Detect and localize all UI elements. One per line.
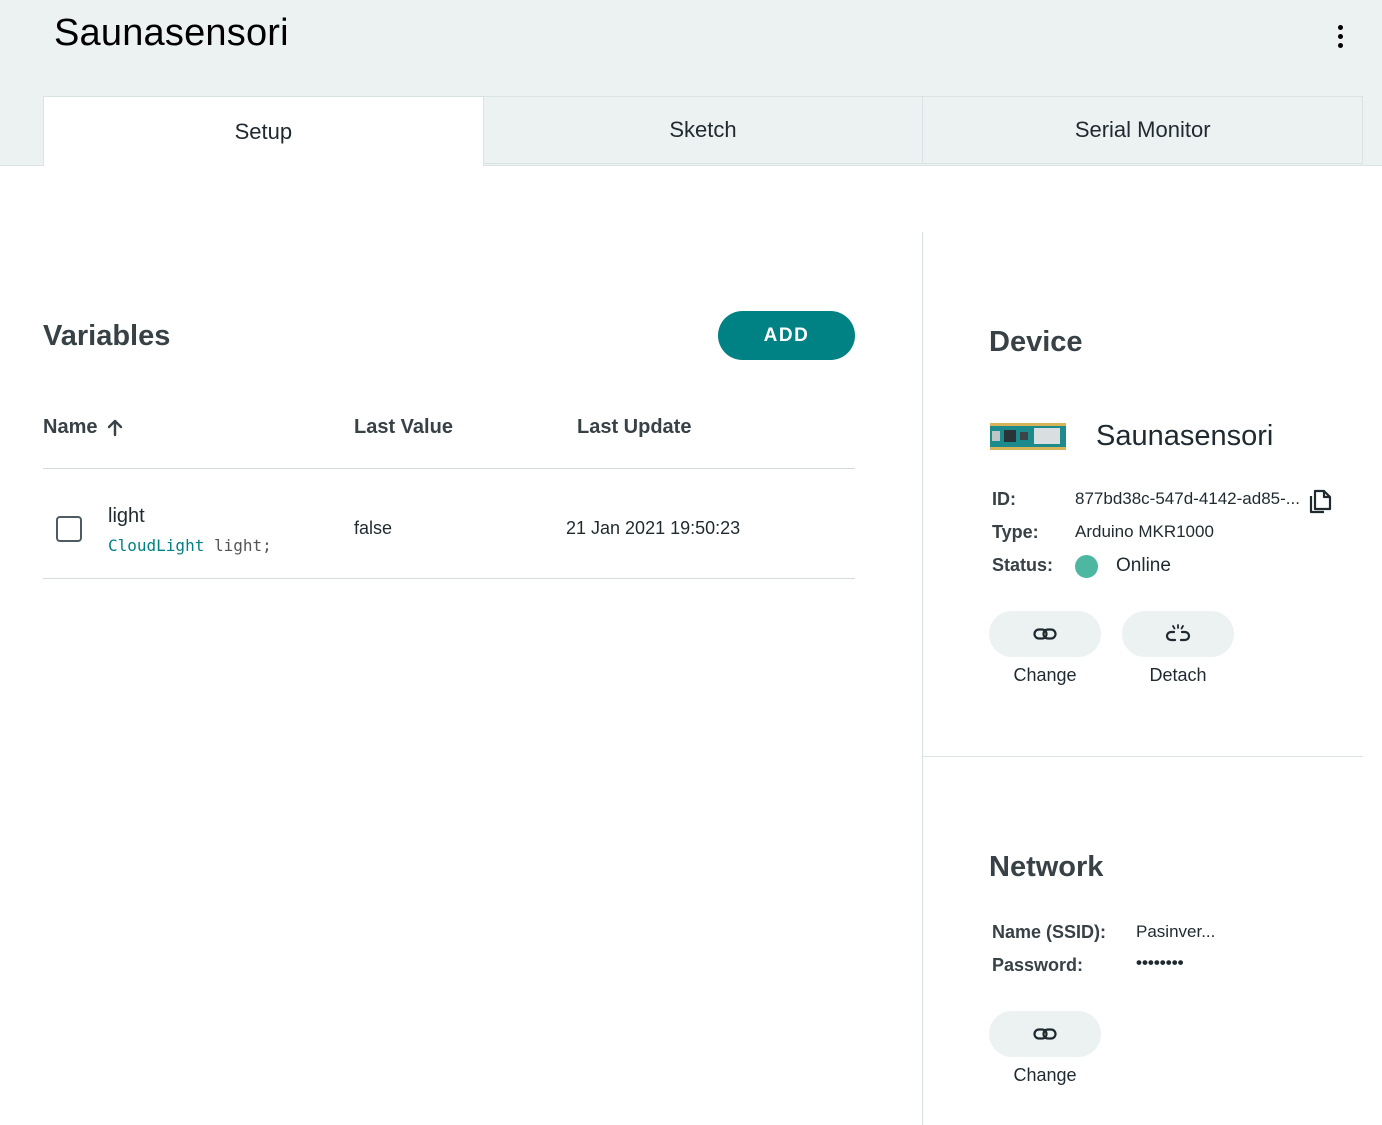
column-header-last-update: Last Update [577, 416, 692, 438]
change-device-button[interactable] [989, 611, 1101, 657]
device-id-label: ID: [992, 489, 1016, 509]
variable-decl-type: CloudLight [108, 536, 205, 555]
more-vertical-icon[interactable] [1326, 20, 1354, 52]
change-network-label[interactable]: Change [989, 1065, 1101, 1086]
top-header: Saunasensori Setup Sketch Serial Monitor [0, 0, 1382, 166]
device-type-label: Type: [992, 522, 1039, 542]
device-title: Device [989, 326, 1083, 358]
network-password-label: Password: [992, 955, 1084, 975]
change-network-button[interactable] [989, 1011, 1101, 1057]
column-header-name[interactable]: Name [43, 416, 123, 439]
device-name: Saunasensori [1096, 420, 1274, 452]
network-ssid-value: Pasinver... [1136, 922, 1216, 941]
detach-device-label[interactable]: Detach [1122, 665, 1234, 686]
tab-sketch[interactable]: Sketch [483, 96, 924, 164]
variables-title: Variables [43, 320, 171, 352]
link-icon [1033, 1028, 1057, 1040]
link-icon [1033, 628, 1057, 640]
unlink-icon [1165, 624, 1191, 642]
network-title: Network [989, 851, 1104, 883]
variable-decl-rest: light; [204, 536, 272, 555]
tab-setup[interactable]: Setup [43, 96, 484, 166]
network-ssid-label: Name (SSID): [992, 922, 1107, 942]
status-indicator [1075, 555, 1098, 578]
arrow-up-icon [108, 419, 123, 436]
section-divider [922, 756, 1363, 757]
detach-device-button[interactable] [1122, 611, 1234, 657]
arduino-board-icon [990, 423, 1066, 450]
network-password-value: •••••••• [1136, 953, 1184, 972]
device-id-value: 877bd38c-547d-4142-ad85-... [1075, 489, 1300, 508]
row-checkbox[interactable] [56, 516, 82, 542]
tab-serial-monitor[interactable]: Serial Monitor [923, 96, 1364, 164]
device-type-value: Arduino MKR1000 [1075, 522, 1214, 541]
tab-bar: Setup Sketch Serial Monitor [43, 96, 1364, 166]
variable-name: light [108, 505, 145, 527]
table-row[interactable]: light CloudLight light; false 21 Jan 202… [43, 469, 855, 578]
table-divider [43, 578, 855, 579]
change-device-label[interactable]: Change [989, 665, 1101, 686]
thing-title: Saunasensori [54, 12, 289, 54]
device-status-label: Status: [992, 555, 1054, 575]
column-header-last-value: Last Value [354, 416, 453, 438]
variable-last-update: 21 Jan 2021 19:50:23 [566, 518, 741, 538]
column-header-name-label: Name [43, 416, 98, 438]
device-status-value: Online [1116, 555, 1171, 576]
variable-declaration: CloudLight light; [108, 536, 272, 555]
copy-icon[interactable] [1306, 487, 1334, 515]
panel-divider [922, 232, 923, 1125]
variable-last-value: false [354, 518, 393, 538]
add-variable-button[interactable]: ADD [718, 311, 855, 360]
